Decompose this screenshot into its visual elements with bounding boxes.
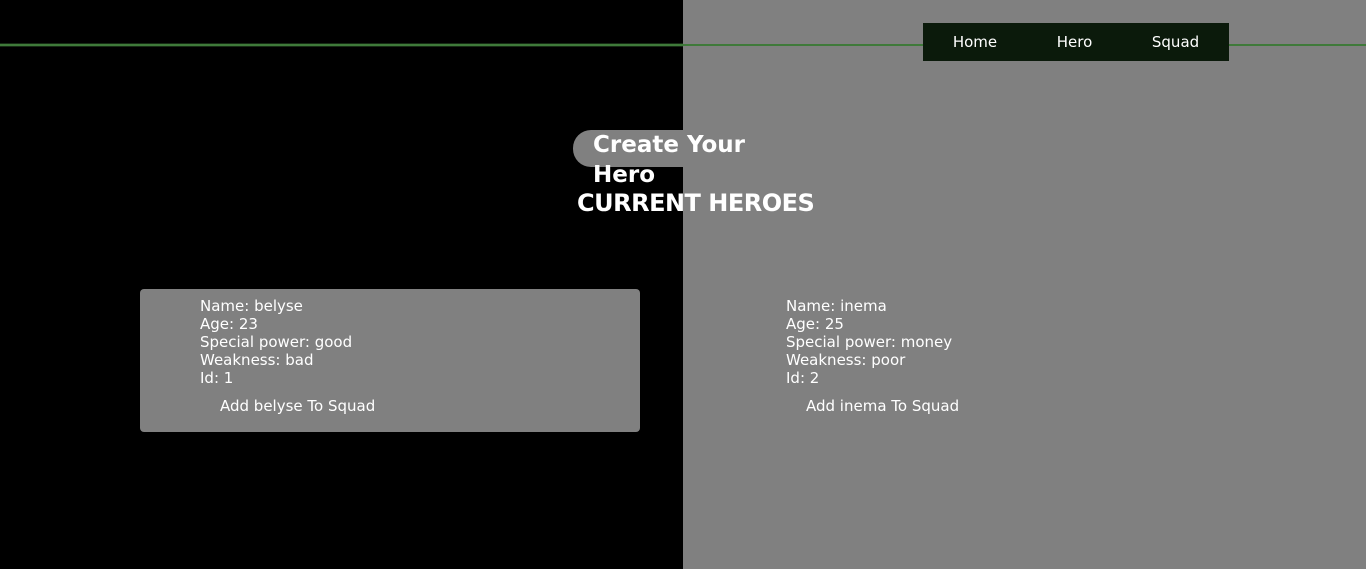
add-to-squad-link[interactable]: Add inema To Squad: [806, 397, 959, 415]
hero-special-power: Special power: good: [200, 333, 353, 351]
hero-card: Name: inema Age: 25 Special power: money…: [726, 289, 1226, 432]
hero-details: Name: belyse Age: 23 Special power: good…: [200, 297, 352, 387]
hero-details: Name: inema Age: 25 Special power: money…: [786, 297, 952, 387]
hero-special-power: Special power: money: [786, 333, 953, 351]
hero-weakness: Weakness: bad: [200, 351, 314, 369]
hero-name: Name: inema: [786, 297, 887, 315]
hero-age: Age: 25: [786, 315, 844, 333]
hero-id: Id: 2: [786, 369, 820, 387]
hero-name: Name: belyse: [200, 297, 303, 315]
add-to-squad-link[interactable]: Add belyse To Squad: [220, 397, 375, 415]
hero-age: Age: 23: [200, 315, 258, 333]
nav-link-home[interactable]: Home: [949, 33, 1001, 51]
hero-weakness: Weakness: poor: [786, 351, 906, 369]
nav-link-squad[interactable]: Squad: [1148, 33, 1203, 51]
create-hero-button[interactable]: Create Your Hero: [573, 130, 793, 188]
hero-id: Id: 1: [200, 369, 234, 387]
top-navbar: Home Hero Squad: [923, 23, 1229, 61]
nav-link-hero[interactable]: Hero: [1053, 33, 1097, 51]
hero-card: Name: belyse Age: 23 Special power: good…: [140, 289, 640, 432]
current-heroes-heading: CURRENT HEROES: [577, 189, 815, 217]
